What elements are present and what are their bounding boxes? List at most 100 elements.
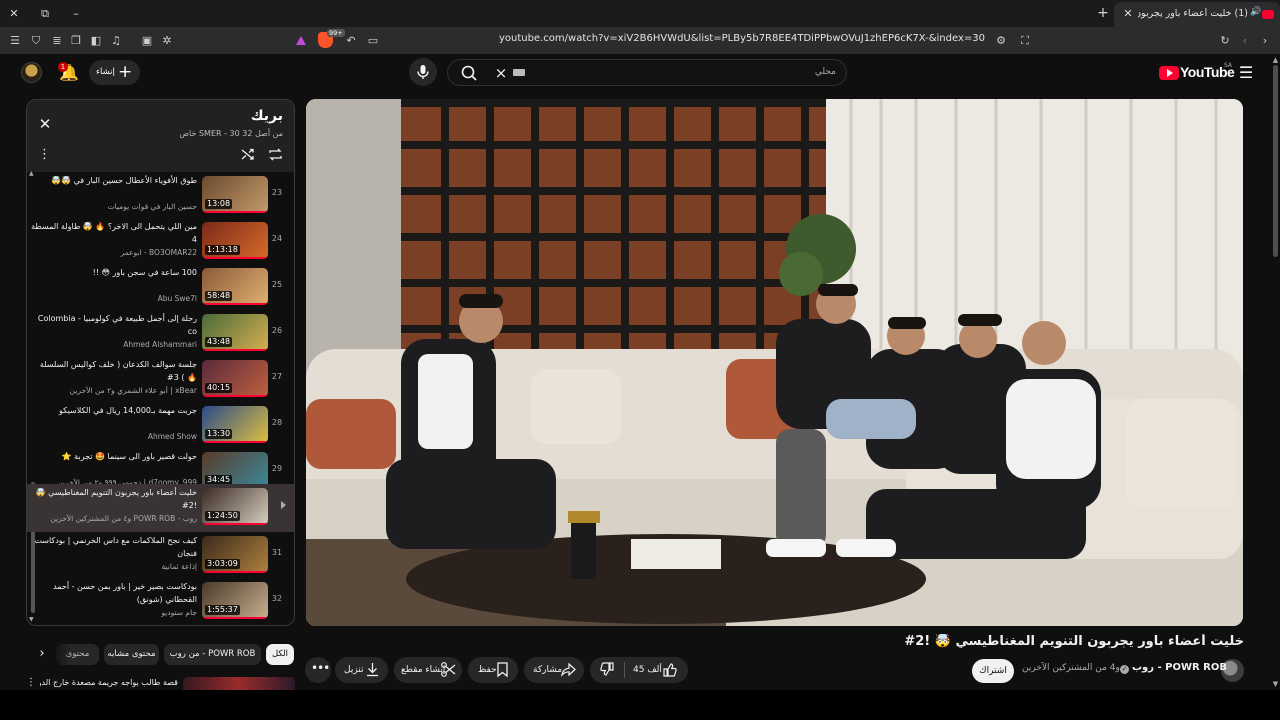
playlist-item-title: مين اللي يتحمل الى الاخر؟ 🔥 🤯 طاولة المس… — [31, 222, 197, 244]
avatar[interactable] — [21, 62, 42, 83]
playlist-item[interactable]: 27 40:15 جلسة سوالف الكدعان ( خلف كواليس ا… — [27, 356, 294, 402]
guide-menu-icon[interactable]: ☰ — [1236, 63, 1256, 83]
list-icon[interactable]: ≣ — [49, 32, 65, 49]
thumbs-down-icon[interactable] — [599, 661, 616, 678]
reload-back-icon[interactable]: ↶ — [343, 32, 359, 49]
playlist-item[interactable]: 31 3:03:09 كيف نجح الملاكمات مع داس الخرنم… — [27, 532, 294, 578]
voice-search-button[interactable] — [409, 58, 437, 86]
page-scrollbar-thumb[interactable] — [1273, 65, 1278, 257]
tab-audio-icon[interactable]: 🔊 — [1250, 7, 1261, 17]
chip-from-channel[interactable]: من روب - POWR ROB — [164, 644, 261, 665]
playlist-item-title: جلسة سوالف الكدعان ( خلف كواليس السلسلة … — [39, 360, 197, 382]
forward-icon[interactable]: › — [1257, 32, 1273, 49]
play-triangle-icon — [1167, 69, 1173, 77]
search-placeholder: محلي — [814, 67, 836, 77]
playlist-item-title: طوق الأفوياء الأعطال حسين البار في 🤯🤯 — [51, 176, 197, 185]
chips-next-icon[interactable]: › — [33, 645, 51, 663]
back-icon[interactable]: ‹ — [1237, 32, 1253, 49]
recommendation-title[interactable]: قصة طالب يواجه جريمة مصعدة خارج الدولة ( — [40, 678, 178, 689]
watched-progress-bar — [202, 441, 268, 443]
scroll-down-icon[interactable]: ▼ — [1271, 680, 1280, 688]
like-divider — [624, 662, 625, 678]
like-count[interactable]: 45 ألف — [633, 665, 662, 675]
search-icon[interactable] — [458, 62, 480, 84]
playlist-item[interactable]: 28 13:30 جربت مهمة بـ14,000 ريال في الكلاس… — [27, 402, 294, 448]
recommendation-thumbnail[interactable] — [183, 677, 295, 690]
shuffle-icon[interactable] — [240, 146, 257, 163]
playlist-item-thumbnail[interactable]: 1:55:37 — [202, 582, 268, 619]
bookmark-icon[interactable]: ⛶ — [1017, 32, 1033, 49]
playlist-item-channel: xBear | أبو علاء الشمري و٢ من الآخرين — [69, 386, 197, 395]
shield-icon[interactable]: ⛉ — [28, 32, 44, 49]
chip-similar[interactable]: محتوى مشابه — [104, 644, 159, 665]
channel-name[interactable]: روب - POWR ROB — [1132, 662, 1227, 676]
tab-close-icon[interactable]: ✕ — [1120, 6, 1136, 22]
reload-icon[interactable]: ↻ — [1217, 32, 1233, 49]
playlist-item-index: 25 — [271, 280, 283, 289]
watched-progress-bar — [202, 257, 268, 259]
playlist-item-thumbnail[interactable]: 13:30 — [202, 406, 268, 443]
video-frame-image — [306, 99, 1243, 626]
window-restore-icon[interactable]: ⧉ — [36, 5, 54, 22]
address-bar[interactable]: youtube.com/watch?v=xiV2B6HVWdU&list=PLB… — [420, 33, 985, 47]
playlist-item-thumbnail[interactable]: 1:13:18 — [202, 222, 268, 259]
playlist-item-title: حولت قصير باور الى سينما 🤩 تجربة ⭐ — [61, 452, 197, 461]
playlist-item-thumbnail[interactable]: 1:24:50 — [202, 488, 268, 525]
playlist-item[interactable]: 1:24:50 خليت أعضاء باور يجربون التنويم ال… — [27, 484, 294, 532]
browser-tab-bar: ✕ ⧉ – + ✕ (1) خليت أعضاء باور يجربون الت… — [0, 0, 1280, 27]
playlist-item-thumbnail[interactable]: 3:03:09 — [202, 536, 268, 573]
close-playlist-icon[interactable]: ✕ — [36, 115, 54, 133]
subscribe-button[interactable]: اشتراك — [972, 659, 1014, 683]
sidebar-icon[interactable]: ◧ — [88, 32, 104, 49]
playlist-item-thumbnail[interactable]: 58:48 — [202, 268, 268, 305]
cast-icon[interactable]: ▭ — [365, 32, 381, 49]
playlist-item-channel: حسين البار في قوات يوميات — [107, 202, 197, 211]
recommendation-more-icon[interactable]: ⋮ — [26, 676, 36, 689]
tab-favicon-icon — [1262, 10, 1274, 19]
window-close-icon[interactable]: ✕ — [5, 5, 23, 22]
playlist-item-title: جربت مهمة بـ14,000 ريال في الكلاسيكو — [59, 406, 197, 415]
playlist-item[interactable]: 23 13:08 طوق الأفوياء الأعطال حسين البار ف… — [27, 172, 294, 218]
playlist-item-duration: 3:03:09 — [205, 559, 240, 569]
more-horizontal-icon: ••• — [311, 661, 330, 675]
scroll-up-icon[interactable]: ▲ — [1271, 56, 1280, 64]
playlist-title[interactable]: بريك — [177, 108, 283, 128]
keyboard-icon[interactable] — [513, 69, 525, 76]
extensions-icon[interactable]: ✲ — [159, 32, 175, 49]
mic-icon — [417, 65, 429, 79]
brave-rewards-icon[interactable] — [296, 36, 306, 45]
repeat-icon[interactable] — [267, 146, 284, 163]
video-player[interactable] — [306, 99, 1243, 626]
browser-tab-active[interactable]: ✕ (1) خليت أعضاء باور يجربون التنويم 🔊 — [1114, 2, 1280, 27]
playlist-item-channel: روب - POWR ROB و٤ من المشتركين الآخرين — [50, 514, 197, 523]
playlist-item-duration: 43:48 — [205, 337, 233, 347]
playlist-more-icon[interactable]: ⋮ — [38, 146, 51, 163]
window-minimize-icon[interactable]: – — [67, 5, 85, 22]
playlist-item[interactable]: 26 43:48 رحلة إلى أجمل طبيعة في كولومبيا -… — [27, 310, 294, 356]
chip-all[interactable]: الكل — [266, 644, 294, 665]
watched-progress-bar — [202, 303, 268, 305]
playlist-item[interactable]: 32 1:55:37 بودكاست بصير خير | باور بمن حسن… — [27, 578, 294, 624]
new-tab-button[interactable]: + — [1094, 5, 1112, 22]
playlist-item-thumbnail[interactable]: 13:08 — [202, 176, 268, 213]
playlist-item-index: 29 — [271, 464, 283, 473]
chip-fade — [51, 643, 71, 666]
country-code: SA — [1224, 62, 1233, 69]
wallet-icon[interactable]: ▣ — [139, 32, 155, 49]
menu-icon[interactable]: ☰ — [7, 32, 23, 49]
tab-title: (1) خليت أعضاء باور يجربون التنويم — [1138, 8, 1248, 19]
notifications-badge: 1 — [58, 62, 68, 72]
music-icon[interactable]: ♫ — [108, 32, 124, 49]
playlist-item-title: رحلة إلى أجمل طبيعة في كولومبيا - Colomb… — [37, 314, 197, 336]
thumbs-up-icon[interactable] — [661, 661, 678, 678]
playlist-item-thumbnail[interactable]: 43:48 — [202, 314, 268, 351]
watched-progress-bar — [202, 349, 268, 351]
site-settings-icon[interactable]: ⚙ — [993, 32, 1009, 49]
tabs-icon[interactable]: ❐ — [68, 32, 84, 49]
playlist-item[interactable]: 24 1:13:18 مين اللي يتحمل الى الاخر؟ 🔥 🤯 ط… — [27, 218, 294, 264]
playlist-item-duration: 58:48 — [205, 291, 233, 301]
clear-search-icon[interactable]: × — [492, 64, 510, 82]
playlist-item[interactable]: 25 58:48 100 ساعة في سجن باور 😳 !! Abu Swe7… — [27, 264, 294, 310]
playlist-item-thumbnail[interactable]: 40:15 — [202, 360, 268, 397]
watched-progress-bar — [202, 523, 268, 525]
